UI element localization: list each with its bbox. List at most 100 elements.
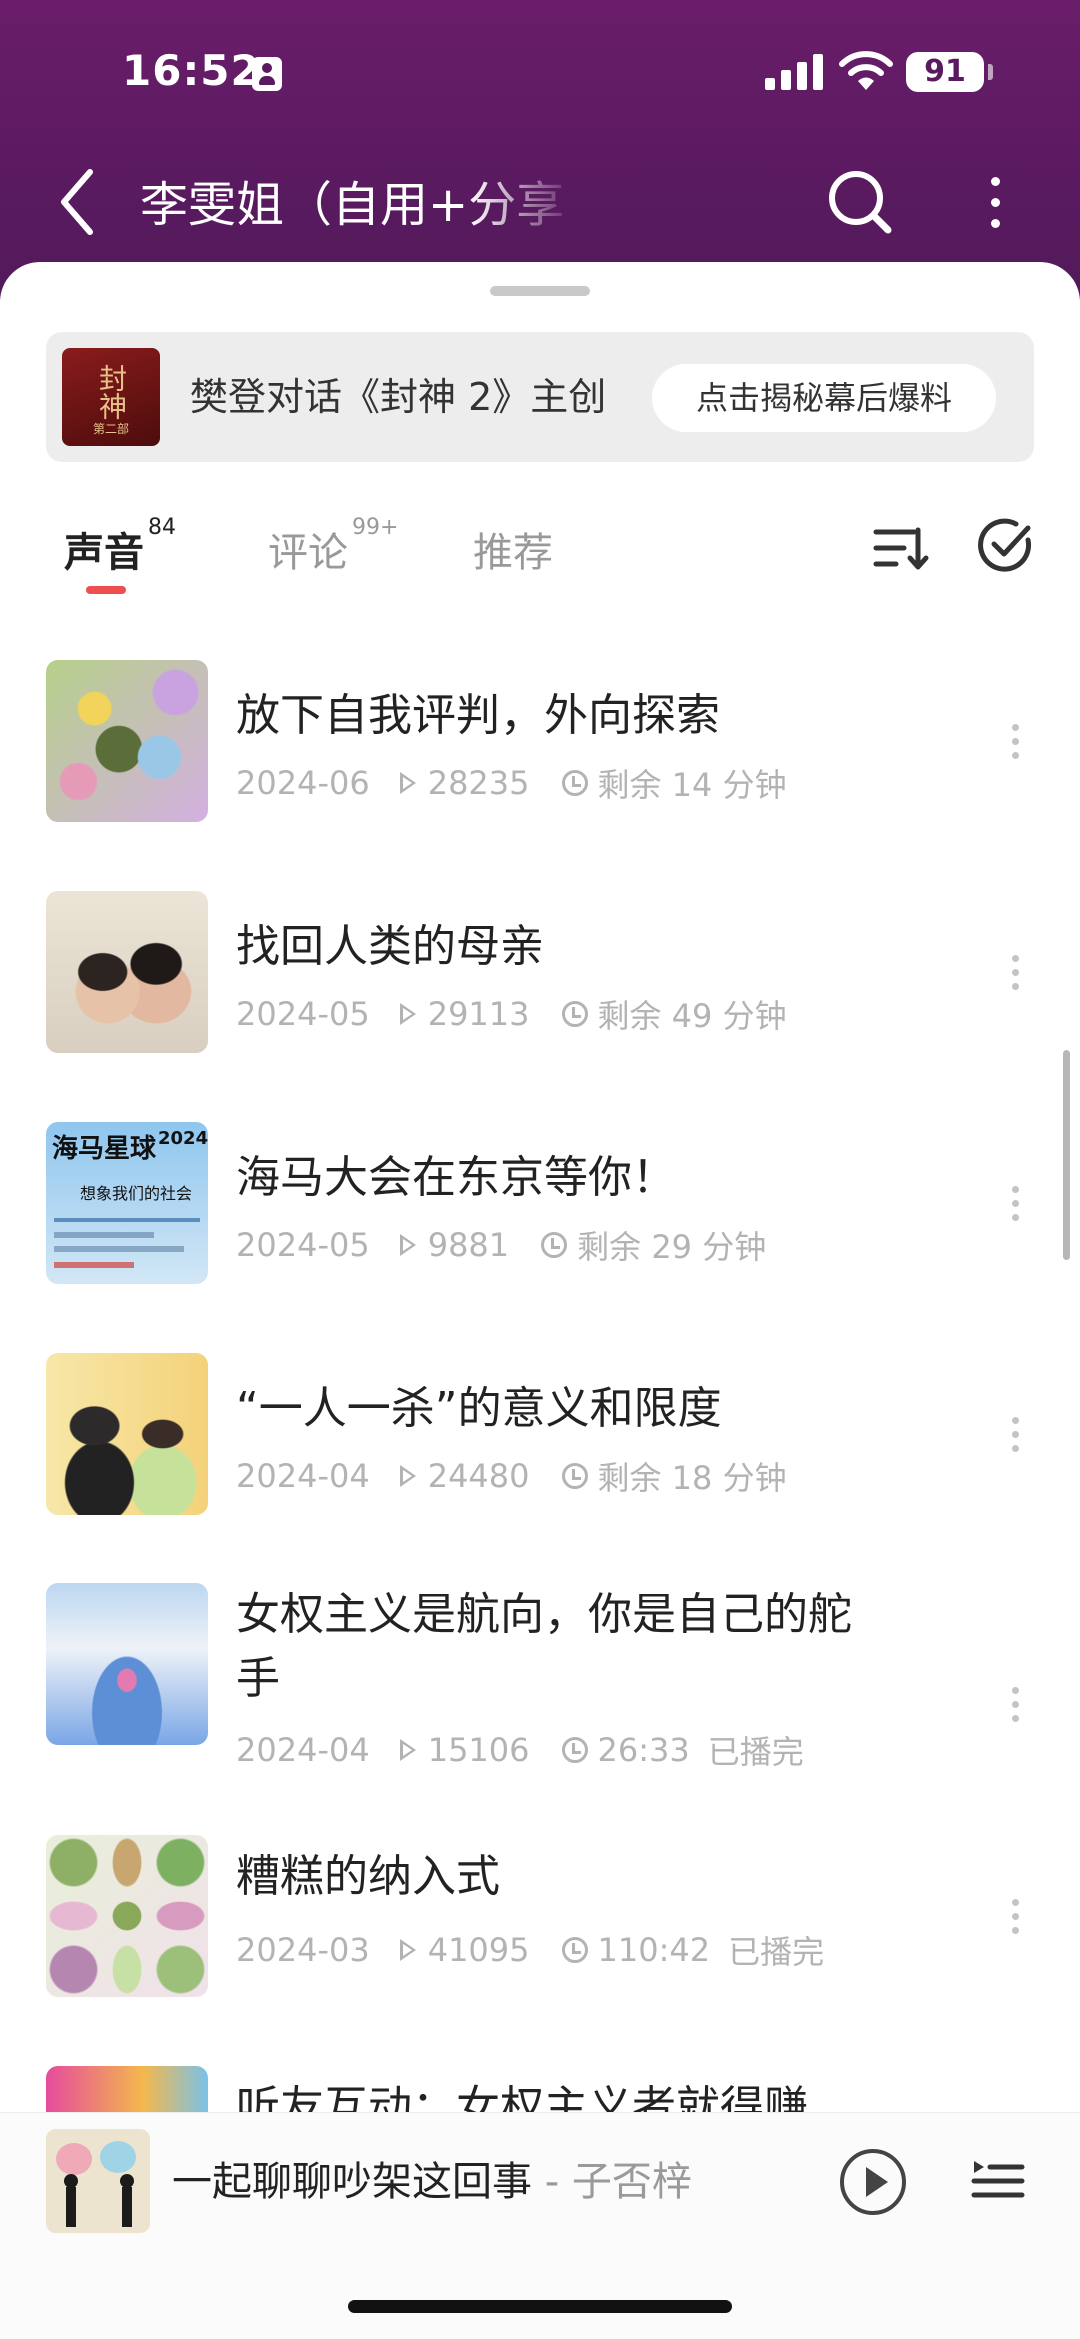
track-duration: 剩余 49 分钟 <box>597 997 787 1035</box>
content-sheet: 封神 第二部 樊登对话《封神 2》主创 点击揭秘幕后爆料 声音84 评论99+ … <box>0 262 1080 2339</box>
clock-icon <box>561 770 588 796</box>
track-date: 2024-04 <box>236 1731 370 1769</box>
tab-audio[interactable]: 声音84 <box>64 515 176 578</box>
search-icon[interactable] <box>820 162 900 242</box>
track-cover <box>46 1583 208 1745</box>
track-meta: 2024-05 29113 剩余 49 分钟 <box>236 991 787 1037</box>
status-time: 16:52 <box>122 46 261 95</box>
play-count-icon <box>399 772 416 794</box>
track-date: 2024-03 <box>236 1931 370 1969</box>
track-title: 女权主义是航向，你是自己的舵手 <box>236 1589 852 1704</box>
playlist-icon[interactable] <box>970 2151 1026 2207</box>
now-playing-author: 子否梓 <box>571 2159 692 2205</box>
track-more-icon[interactable] <box>1000 712 1030 772</box>
tab-comments-count: 99+ <box>352 514 399 540</box>
batch-select-icon[interactable] <box>976 516 1036 576</box>
drag-handle[interactable] <box>490 286 590 296</box>
status-bar: 16:52 91 <box>0 0 1080 150</box>
track-date: 2024-04 <box>236 1457 370 1495</box>
banner-thumb-title: 封神 <box>95 364 128 420</box>
play-count-icon <box>399 1465 416 1487</box>
wifi-icon <box>839 51 893 90</box>
banner-thumb-subtitle: 第二部 <box>92 422 129 436</box>
track-meta: 2024-05 9881 剩余 29 分钟 <box>236 1222 766 1268</box>
track-status: 已播完 <box>707 1733 804 1771</box>
track-more-icon[interactable] <box>1000 1405 1030 1465</box>
clock-icon <box>541 1232 568 1258</box>
back-arrow-icon[interactable] <box>50 162 110 242</box>
track-plays: 24480 <box>427 1457 530 1495</box>
clock-icon <box>561 1463 588 1489</box>
track-more-icon[interactable] <box>1000 943 1030 1003</box>
now-playing-title: 一起聊聊吵架这回事 - 子否梓 <box>172 2149 692 2207</box>
track-meta: 2024-04 15106 26:33 已播完 <box>236 1727 804 1773</box>
now-playing-separator: - <box>532 2159 572 2205</box>
now-playing-track: 一起聊聊吵架这回事 <box>172 2159 532 2205</box>
play-count-icon <box>399 1003 416 1025</box>
track-plays: 9881 <box>427 1226 510 1264</box>
play-count-icon <box>399 1939 416 1961</box>
track-duration: 26:33 <box>597 1731 690 1769</box>
track-plays: 15106 <box>427 1731 530 1769</box>
tab-recommend-label: 推荐 <box>473 530 553 576</box>
clock-icon <box>561 1937 588 1963</box>
clock-icon <box>561 1001 588 1027</box>
promo-banner[interactable]: 封神 第二部 樊登对话《封神 2》主创 点击揭秘幕后爆料 <box>46 332 1034 462</box>
banner-text: 樊登对话《封神 2》主创 <box>190 375 607 419</box>
home-indicator[interactable] <box>348 2300 732 2313</box>
track-cover <box>46 660 208 822</box>
contact-card-icon <box>252 57 282 91</box>
cover-poster-title: 海马星球 <box>52 1134 157 1164</box>
track-duration: 110:42 <box>597 1931 711 1969</box>
track-title: 海马大会在东京等你！ <box>236 1152 676 1203</box>
cellular-signal-icon <box>765 52 823 90</box>
cover-poster-year: 2024 <box>158 1128 208 1149</box>
header: 16:52 91 李雯姐（自用+分享 <box>0 0 1080 300</box>
album-title: 李雯姐（自用+分享 <box>140 177 565 233</box>
now-playing-cover <box>46 2129 150 2233</box>
sort-order-icon[interactable] <box>870 518 930 578</box>
nav-bar: 李雯姐（自用+分享 <box>0 150 1080 260</box>
active-tab-indicator <box>86 586 126 594</box>
track-plays: 41095 <box>427 1931 530 1969</box>
tab-audio-count: 84 <box>148 514 176 540</box>
tab-audio-label: 声音 <box>64 530 144 576</box>
clock-icon <box>561 1737 588 1763</box>
track-more-icon[interactable] <box>1000 1887 1030 1947</box>
track-duration: 剩余 14 分钟 <box>597 766 787 804</box>
track-plays: 29113 <box>427 995 530 1033</box>
tab-recommend[interactable]: 推荐 <box>473 520 553 578</box>
track-duration: 剩余 18 分钟 <box>597 1459 787 1497</box>
track-title: 放下自我评判，外向探索 <box>236 690 720 741</box>
tab-comments-label: 评论 <box>268 530 348 576</box>
track-plays: 28235 <box>427 764 530 802</box>
play-button[interactable] <box>840 2149 906 2215</box>
play-count-icon <box>399 1739 416 1761</box>
track-cover <box>46 891 208 1053</box>
tab-comments[interactable]: 评论99+ <box>268 515 398 578</box>
track-date: 2024-05 <box>236 995 370 1033</box>
track-date: 2024-06 <box>236 764 370 802</box>
cover-poster-subtitle: 想象我们的社会 <box>80 1184 193 1203</box>
track-status: 已播完 <box>728 1933 825 1971</box>
more-options-icon[interactable] <box>970 162 1020 242</box>
track-duration: 剩余 29 分钟 <box>577 1228 767 1266</box>
track-cover <box>46 1835 208 1997</box>
track-cover <box>46 1353 208 1515</box>
scrollbar[interactable] <box>1063 1050 1070 1260</box>
tab-bar: 声音84 评论99+ 推荐 <box>0 500 1080 620</box>
banner-cta-button[interactable]: 点击揭秘幕后爆料 <box>652 364 996 432</box>
banner-thumbnail: 封神 第二部 <box>62 348 160 446</box>
track-more-icon[interactable] <box>1000 1174 1030 1234</box>
battery-indicator: 91 <box>906 52 993 92</box>
play-count-icon <box>399 1234 416 1256</box>
track-title: “一人一杀”的意义和限度 <box>236 1383 722 1434</box>
track-title: 糟糕的纳入式 <box>236 1851 500 1902</box>
track-meta: 2024-06 28235 剩余 14 分钟 <box>236 760 787 806</box>
track-more-icon[interactable] <box>1000 1675 1030 1735</box>
track-cover: 海马星球 2024 想象我们的社会 <box>46 1122 208 1284</box>
track-meta: 2024-04 24480 剩余 18 分钟 <box>236 1453 787 1499</box>
track-date: 2024-05 <box>236 1226 370 1264</box>
track-title: 找回人类的母亲 <box>236 921 544 972</box>
track-meta: 2024-03 41095 110:42 已播完 <box>236 1927 824 1973</box>
